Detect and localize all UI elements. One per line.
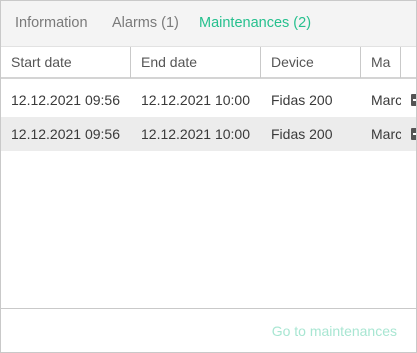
maintenances-table: Start date End date Device Ma 12.12.2021…: [1, 46, 416, 308]
column-header-device[interactable]: Device: [261, 47, 361, 78]
tab-bar: Information Alarms (1) Maintenances (2): [1, 1, 416, 46]
row-action-icon[interactable]: [411, 128, 416, 140]
cell-end-date: 12.12.2021 10:00: [141, 92, 250, 108]
cell-start-date: 12.12.2021 09:56: [11, 92, 120, 108]
column-header-actions: [401, 47, 416, 78]
cell-start-date: 12.12.2021 09:56: [11, 126, 120, 142]
cell-device: Fidas 200: [271, 92, 333, 108]
tab-alarms[interactable]: Alarms (1): [112, 15, 179, 31]
cell-ma: Marc: [371, 92, 401, 108]
column-header-start-date[interactable]: Start date: [1, 47, 131, 78]
cell-ma: Marc: [371, 126, 401, 142]
column-header-end-date[interactable]: End date: [131, 47, 261, 78]
tab-information[interactable]: Information: [15, 15, 88, 31]
tab-maintenances[interactable]: Maintenances (2): [199, 15, 311, 31]
column-header-ma[interactable]: Ma: [361, 47, 401, 78]
cell-device: Fidas 200: [271, 126, 333, 142]
go-to-maintenances-link[interactable]: Go to maintenances: [272, 323, 397, 339]
table-header: Start date End date Device Ma: [1, 46, 416, 79]
panel-footer: Go to maintenances: [1, 308, 416, 352]
table-row[interactable]: 12.12.2021 09:56 12.12.2021 10:00 Fidas …: [1, 117, 416, 151]
table-row[interactable]: 12.12.2021 09:56 12.12.2021 10:00 Fidas …: [1, 83, 416, 117]
maintenance-panel: Information Alarms (1) Maintenances (2) …: [0, 0, 417, 353]
cell-end-date: 12.12.2021 10:00: [141, 126, 250, 142]
row-action-icon[interactable]: [411, 94, 416, 106]
